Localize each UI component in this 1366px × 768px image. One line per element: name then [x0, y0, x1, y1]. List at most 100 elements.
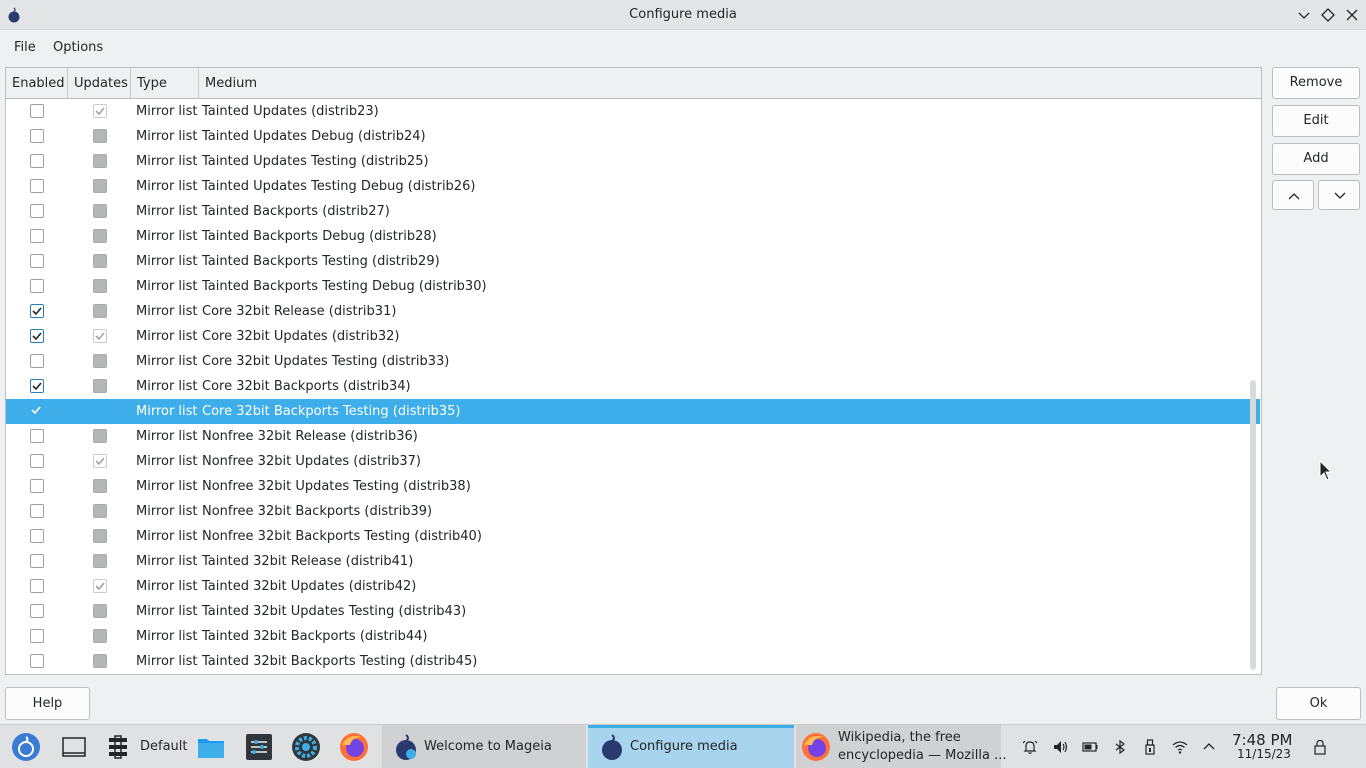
volume-icon[interactable]	[1052, 739, 1068, 755]
table-row[interactable]: Mirror list Core 32bit Backports (distrib…	[6, 374, 1260, 399]
add-button[interactable]: Add	[1272, 143, 1360, 175]
table-row[interactable]: Mirror list Nonfree 32bit Backports Testi…	[6, 524, 1260, 549]
enabled-checkbox[interactable]	[30, 154, 44, 168]
table-row[interactable]: Mirror list Tainted Backports Testing (di…	[6, 249, 1260, 274]
table-row[interactable]: Mirror list Tainted Updates (distrib23)	[6, 99, 1260, 124]
table-row[interactable]: Mirror list Tainted 32bit Updates Testing…	[6, 599, 1260, 624]
column-header-medium[interactable]: Medium	[199, 68, 1261, 99]
updates-checkbox[interactable]	[93, 104, 107, 118]
pager-icon[interactable]	[102, 731, 134, 763]
table-row[interactable]: Mirror list Tainted 32bit Updates (distri…	[6, 574, 1260, 599]
table-row[interactable]: Mirror list Tainted 32bit Backports Testi…	[6, 649, 1260, 674]
enabled-checkbox[interactable]	[30, 304, 44, 318]
enabled-checkbox[interactable]	[30, 104, 44, 118]
table-row[interactable]: Mirror list Tainted Backports Testing Deb…	[6, 274, 1260, 299]
table-row[interactable]: Mirror list Tainted Backports Debug (dist…	[6, 224, 1260, 249]
help-button[interactable]: Help	[5, 687, 90, 720]
wifi-icon[interactable]	[1172, 739, 1188, 755]
updates-checkbox[interactable]	[93, 279, 107, 293]
updates-checkbox[interactable]	[93, 454, 107, 468]
clock-date[interactable]: 11/15/23	[1237, 747, 1291, 761]
enabled-checkbox[interactable]	[30, 354, 44, 368]
show-desktop-icon[interactable]	[58, 731, 90, 763]
table-row[interactable]: Mirror list Tainted 32bit Backports (dist…	[6, 624, 1260, 649]
firefox-icon[interactable]	[338, 731, 370, 763]
enabled-checkbox[interactable]	[30, 204, 44, 218]
ok-button[interactable]: Ok	[1276, 687, 1361, 720]
enabled-checkbox[interactable]	[30, 579, 44, 593]
column-header-updates[interactable]: Updates	[68, 68, 131, 99]
updates-checkbox[interactable]	[93, 179, 107, 193]
table-row[interactable]: Mirror list Nonfree 32bit Release (distri…	[6, 424, 1260, 449]
updates-checkbox[interactable]	[93, 354, 107, 368]
remove-button[interactable]: Remove	[1272, 67, 1360, 99]
usb-icon[interactable]	[1142, 739, 1158, 755]
task-welcome-to-mageia[interactable]: Welcome to Mageia	[382, 725, 586, 768]
enabled-checkbox[interactable]	[30, 129, 44, 143]
updates-checkbox[interactable]	[93, 554, 107, 568]
updates-checkbox[interactable]	[93, 379, 107, 393]
enabled-checkbox[interactable]	[30, 404, 44, 418]
enabled-checkbox[interactable]	[30, 629, 44, 643]
table-row[interactable]: Mirror list Nonfree 32bit Updates Testing…	[6, 474, 1260, 499]
column-header-enabled[interactable]: Enabled	[6, 68, 68, 99]
updates-checkbox[interactable]	[93, 429, 107, 443]
enabled-checkbox[interactable]	[30, 504, 44, 518]
move-up-button[interactable]	[1272, 180, 1314, 210]
table-row[interactable]: Mirror list Nonfree 32bit Updates (distri…	[6, 449, 1260, 474]
table-row[interactable]: Mirror list Tainted Backports (distrib27)	[6, 199, 1260, 224]
enabled-checkbox[interactable]	[30, 529, 44, 543]
table-row[interactable]: Mirror list Tainted 32bit Release (distri…	[6, 549, 1260, 574]
table-row[interactable]: Mirror list Tainted Updates Testing Debug…	[6, 174, 1260, 199]
battery-icon[interactable]	[1082, 739, 1098, 755]
updates-checkbox[interactable]	[93, 504, 107, 518]
settings-icon[interactable]	[290, 731, 322, 763]
system-monitor-icon[interactable]	[243, 731, 275, 763]
maximize-icon[interactable]	[1320, 7, 1336, 23]
updates-checkbox[interactable]	[93, 154, 107, 168]
task-configure-media[interactable]: Configure media	[588, 725, 794, 768]
updates-checkbox[interactable]	[93, 254, 107, 268]
updates-checkbox[interactable]	[93, 629, 107, 643]
table-row[interactable]: Mirror list Core 32bit Updates Testing (d…	[6, 349, 1260, 374]
menu-file[interactable]: File	[14, 40, 36, 55]
enabled-checkbox[interactable]	[30, 254, 44, 268]
minimize-icon[interactable]	[1296, 7, 1312, 23]
enabled-checkbox[interactable]	[30, 454, 44, 468]
edit-button[interactable]: Edit	[1272, 105, 1360, 137]
updates-checkbox[interactable]	[93, 654, 107, 668]
task-wikipedia-firefox[interactable]: Wikipedia, the free encyclopedia — Mozil…	[796, 725, 1006, 768]
updates-checkbox[interactable]	[93, 579, 107, 593]
table-row[interactable]: Mirror list Core 32bit Release (distrib31…	[6, 299, 1260, 324]
enabled-checkbox[interactable]	[30, 379, 44, 393]
updates-checkbox[interactable]	[93, 129, 107, 143]
updates-checkbox[interactable]	[93, 604, 107, 618]
close-icon[interactable]	[1344, 7, 1360, 23]
alarm-icon[interactable]	[1022, 739, 1038, 755]
enabled-checkbox[interactable]	[30, 279, 44, 293]
table-row[interactable]: Mirror list Tainted Updates Debug (distri…	[6, 124, 1260, 149]
enabled-checkbox[interactable]	[30, 654, 44, 668]
updates-checkbox[interactable]	[93, 304, 107, 318]
column-header-type[interactable]: Type	[131, 68, 199, 99]
table-row[interactable]: Mirror list Core 32bit Backports Testing …	[6, 399, 1260, 424]
lock-icon[interactable]	[1312, 739, 1328, 755]
updates-checkbox[interactable]	[93, 479, 107, 493]
enabled-checkbox[interactable]	[30, 554, 44, 568]
table-row[interactable]: Mirror list Core 32bit Updates (distrib32…	[6, 324, 1260, 349]
bluetooth-icon[interactable]	[1112, 739, 1128, 755]
menu-options[interactable]: Options	[53, 40, 103, 55]
enabled-checkbox[interactable]	[30, 229, 44, 243]
enabled-checkbox[interactable]	[30, 604, 44, 618]
table-row[interactable]: Mirror list Nonfree 32bit Backports (dist…	[6, 499, 1260, 524]
updates-checkbox[interactable]	[93, 529, 107, 543]
enabled-checkbox[interactable]	[30, 329, 44, 343]
desktop-label[interactable]: Default	[140, 739, 188, 754]
enabled-checkbox[interactable]	[30, 179, 44, 193]
enabled-checkbox[interactable]	[30, 429, 44, 443]
table-row[interactable]: Mirror list Tainted Updates Testing (dist…	[6, 149, 1260, 174]
tray-expand-icon[interactable]	[1201, 739, 1217, 755]
updates-checkbox[interactable]	[93, 229, 107, 243]
updates-checkbox[interactable]	[93, 204, 107, 218]
updates-checkbox[interactable]	[93, 329, 107, 343]
